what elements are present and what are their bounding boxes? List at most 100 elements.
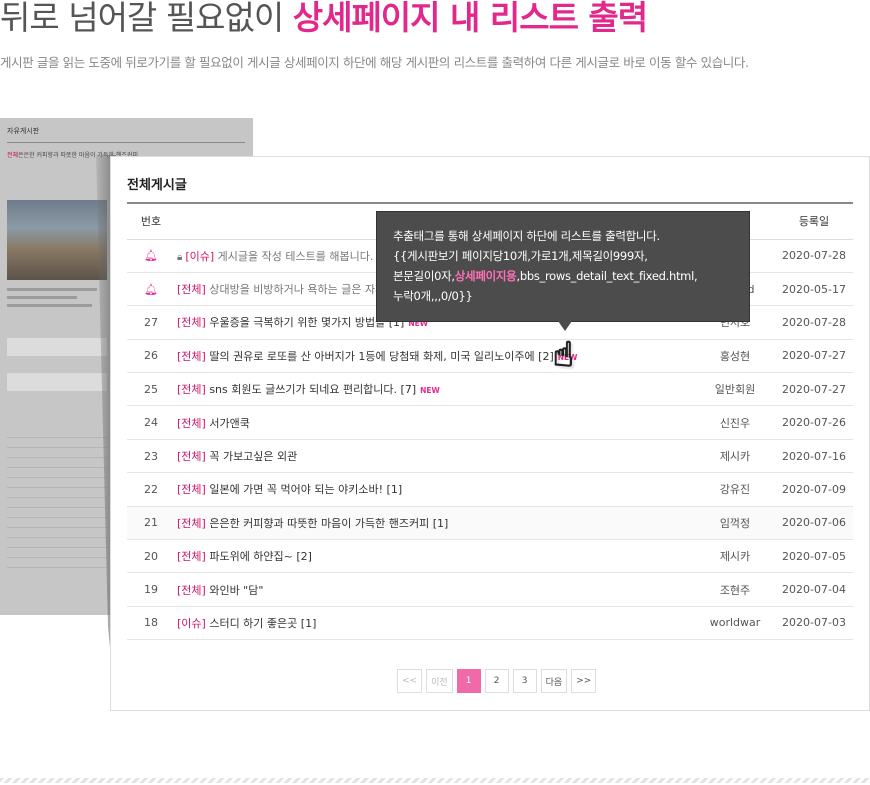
last-page-button[interactable]: >>: [571, 669, 597, 693]
table-row[interactable]: 18 [이슈] 스터디 하기 좋은곳 [1] worldwar 2020-07-03: [127, 606, 853, 641]
row-comment-count: [1]: [386, 483, 403, 497]
table-row[interactable]: 19 [전체] 와인바 "담" 조현주 2020-07-04: [127, 572, 853, 607]
row-writer: 제시카: [695, 539, 775, 574]
prev-page-button[interactable]: 이전: [426, 669, 453, 693]
row-subject-cell[interactable]: [전체] 딸의 권유로 로또를 산 아버지가 1등에 당첨돼 화제, 미국 일리…: [175, 339, 695, 374]
row-date: 2020-07-26: [775, 405, 853, 440]
row-writer: worldwar: [695, 606, 775, 641]
table-row[interactable]: 25 [전체] sns 회원도 글쓰기가 되네요 편리합니다. [7] NEW 일반회…: [127, 372, 853, 407]
header-num: 번호: [127, 202, 175, 240]
row-subject-cell[interactable]: [전체] 와인바 "담": [175, 572, 695, 607]
table-row[interactable]: 23 [전체] 꼭 가보고싶은 외관 제시카 2020-07-16: [127, 439, 853, 474]
row-number: 26: [127, 339, 175, 374]
next-page-button[interactable]: 다음: [540, 669, 568, 693]
row-category: [전체]: [177, 416, 206, 430]
row-title-link[interactable]: 스터디 하기 좋은곳: [209, 617, 297, 630]
row-date: 2020-07-03: [775, 606, 853, 641]
bell-icon: 🔔︎: [144, 282, 158, 296]
row-comment-count: [7]: [400, 383, 417, 397]
table-row[interactable]: 20 [전체] 파도위에 하얀집~ [2] 제시카 2020-07-05: [127, 539, 853, 574]
row-title-link[interactable]: 꼭 가보고싶은 외관: [209, 450, 297, 463]
headline-accent: 상세페이지 내 리스트 출력: [292, 0, 648, 37]
row-subject-cell[interactable]: [전체] sns 회원도 글쓰기가 되네요 편리합니다. [7] NEW: [175, 372, 695, 407]
row-notice-cell: 🔔︎: [127, 272, 175, 307]
row-date: 2020-07-05: [775, 539, 853, 574]
row-category: [전체]: [177, 483, 206, 497]
row-category: [이슈]: [185, 249, 215, 263]
thumb-text-line: [7, 304, 92, 307]
row-category: [이슈]: [177, 616, 206, 630]
row-subject-cell[interactable]: [전체] 서가앤쿡: [175, 405, 695, 440]
row-number: 24: [127, 405, 175, 440]
row-writer: 임꺽정: [695, 506, 775, 541]
thumb-photo: [7, 200, 107, 280]
thumb-divider: [7, 142, 245, 143]
row-subject-cell[interactable]: [전체] 꼭 가보고싶은 외관: [175, 439, 695, 474]
row-writer: 홍성현: [695, 339, 775, 374]
row-date: 2020-07-27: [775, 339, 853, 374]
row-writer: 신진우: [695, 405, 775, 440]
new-badge: NEW: [420, 386, 440, 396]
row-date: 2020-07-16: [775, 439, 853, 474]
row-title-link[interactable]: 은은한 커피향과 따뜻한 마음이 가득한 핸즈커피: [209, 517, 429, 530]
row-category: [전체]: [177, 349, 206, 363]
row-title-link[interactable]: 딸의 권유로 로또를 산 아버지가 1등에 당첨돼 화제, 미국 일리노이주에: [209, 350, 534, 363]
tooltip-line-1: 추출태그를 통해 상세페이지 하단에 리스트를 출력합니다.: [393, 229, 660, 243]
row-category: [전체]: [177, 550, 206, 564]
extraction-tag-tooltip: 추출태그를 통해 상세페이지 하단에 리스트를 출력합니다. {{게시판보기 페…: [376, 211, 750, 322]
row-category: [전체]: [177, 383, 206, 397]
table-row[interactable]: 22 [전체] 일본에 가면 꼭 먹어야 되는 야키소바! [1] 강유진 2020-…: [127, 472, 853, 507]
page-button-1[interactable]: 1: [456, 669, 481, 693]
row-writer: 강유진: [695, 472, 775, 507]
lock-icon: 🔒︎: [177, 251, 183, 263]
first-page-button[interactable]: <<: [397, 669, 423, 693]
row-number: 18: [127, 606, 175, 641]
row-number: 27: [127, 305, 175, 340]
row-category: [전체]: [177, 450, 206, 464]
row-comment-count: [2]: [538, 349, 554, 363]
row-title-link[interactable]: 파도위에 하얀집~: [209, 550, 293, 563]
row-category: [전체]: [177, 583, 206, 597]
row-title-link[interactable]: 일본에 가면 꼭 먹어야 되는 야키소바!: [209, 483, 383, 496]
row-subject-cell[interactable]: [전체] 파도위에 하얀집~ [2]: [175, 539, 695, 574]
row-title-link[interactable]: 와인바 "담": [209, 584, 263, 597]
thumb-list: [7, 428, 107, 568]
tooltip-highlight: 상세페이지용: [454, 269, 517, 283]
row-subject-cell[interactable]: [이슈] 스터디 하기 좋은곳 [1]: [175, 606, 695, 641]
page-button-2[interactable]: 2: [484, 669, 509, 693]
table-row[interactable]: 21 [전체] 은은한 커피향과 따뜻한 마음이 가득한 핸즈커피 [1] 임꺽정 2…: [127, 506, 853, 541]
bell-icon: 🔔︎: [144, 249, 158, 263]
tooltip-line-2: {{게시판보기 페이지당10개,가로1개,제목길이999자,: [393, 249, 648, 263]
row-comment-count: [1]: [300, 616, 317, 630]
row-number: 20: [127, 539, 175, 574]
row-writer: 일반회원: [695, 372, 775, 407]
row-number: 25: [127, 372, 175, 407]
row-subject-cell[interactable]: [전체] 일본에 가면 꼭 먹어야 되는 야키소바! [1]: [175, 472, 695, 507]
tooltip-arrow: [558, 321, 572, 331]
row-title-link[interactable]: 게시글을 작성 테스트를 해봅니다.: [218, 250, 374, 263]
thumb-text-line: [7, 288, 97, 291]
headline-plain: 뒤로 넘어갈 필요없이: [0, 0, 293, 37]
row-number: 19: [127, 572, 175, 607]
row-number: 21: [127, 506, 175, 541]
tooltip-line-3: 본문길이0자,상세페이지용,bbs_rows_detail_text_fixed…: [393, 269, 698, 283]
row-category: [전체]: [177, 516, 206, 530]
row-category: [전체]: [177, 283, 206, 297]
row-notice-cell: 🔔︎: [127, 239, 175, 273]
row-date: 2020-07-27: [775, 372, 853, 407]
page-description: 게시판 글을 읽는 도중에 뒤로가기를 할 필요없이 게시글 상세페이지 하단에…: [0, 55, 749, 70]
header-date: 등록일: [775, 202, 853, 240]
thumb-comment-box: [7, 373, 107, 391]
row-title-link[interactable]: 우울증을 극복하기 위한 몇가지 방법들: [209, 316, 385, 329]
table-row[interactable]: 24 [전체] 서가앤쿡 신진우 2020-07-26: [127, 405, 853, 440]
row-subject-cell[interactable]: [전체] 은은한 커피향과 따뜻한 마음이 가득한 핸즈커피 [1]: [175, 506, 695, 541]
row-date: 2020-07-06: [775, 506, 853, 541]
row-date: 2020-07-04: [775, 572, 853, 607]
page-button-3[interactable]: 3: [512, 669, 537, 693]
row-title-link[interactable]: sns 회원도 글쓰기가 되네요 편리합니다.: [209, 383, 397, 396]
row-title-link[interactable]: 서가앤쿡: [209, 417, 249, 430]
table-row[interactable]: 26 [전체] 딸의 권유로 로또를 산 아버지가 1등에 당첨돼 화제, 미국 …: [127, 339, 853, 374]
tooltip-line-4: 누락0개,,,0/0}}: [393, 289, 473, 303]
row-comment-count: [2]: [296, 550, 312, 564]
row-number: 22: [127, 472, 175, 507]
